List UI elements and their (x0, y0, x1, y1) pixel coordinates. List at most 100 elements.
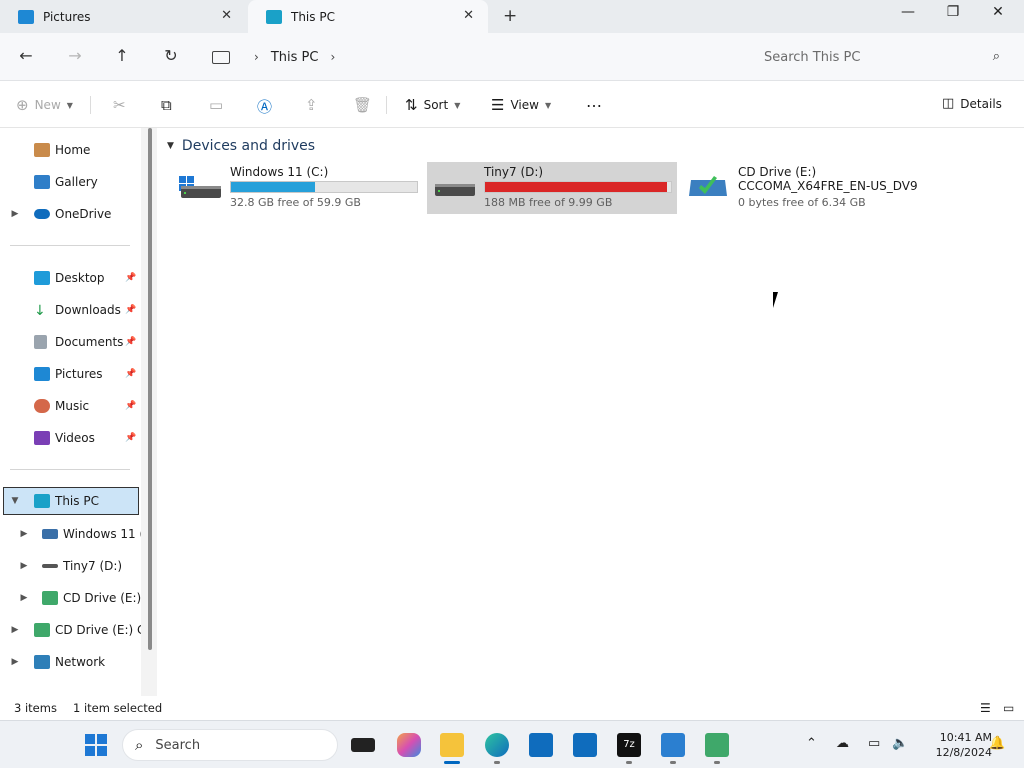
rename-button[interactable]: Ⓐ (257, 96, 278, 117)
chevron-right-icon[interactable]: ▶ (19, 561, 29, 571)
copilot-icon[interactable] (397, 733, 421, 757)
details-button[interactable]: ◫ Details (942, 96, 1002, 111)
task-view-icon[interactable] (351, 738, 375, 752)
cd-drive-icon (42, 591, 58, 605)
group-header-devices[interactable]: ▼ Devices and drives (167, 138, 315, 154)
drive-tile-windows-c[interactable]: Windows 11 (C:) 32.8 GB free of 59.9 GB (173, 162, 423, 214)
sort-icon: ⇅ (405, 96, 418, 114)
forward-button[interactable]: → (63, 45, 87, 69)
sidebar-item-network[interactable]: ▶ Network (0, 648, 148, 676)
home-icon (34, 143, 50, 157)
divider (10, 469, 130, 470)
tab-label: Pictures (43, 9, 91, 24)
close-tab-icon[interactable]: ✕ (221, 8, 232, 23)
sidebar-item-home[interactable]: Home (0, 136, 148, 164)
tiles-view-icon[interactable]: ▭ (1003, 701, 1014, 715)
sidebar-item-onedrive[interactable]: ▶ OneDrive (0, 200, 148, 228)
chevron-right-icon[interactable]: ▶ (10, 657, 20, 667)
seven-zip-icon[interactable]: 7z (617, 733, 641, 757)
more-options-button[interactable]: … (586, 92, 602, 111)
rename-icon: Ⓐ (257, 98, 273, 116)
sidebar-item-cd-drive[interactable]: ▶ CD Drive (E:) CC (0, 616, 148, 644)
windows-start-icon[interactable] (84, 733, 108, 757)
sidebar-item-music[interactable]: Music 📌 (0, 392, 148, 420)
notification-bell-icon[interactable]: 🔔 (989, 736, 1005, 751)
monitor-icon (34, 494, 50, 508)
chevron-down-icon[interactable]: ▼ (10, 496, 20, 506)
sidebar-item-tiny7-d[interactable]: ▶ Tiny7 (D:) (0, 552, 148, 580)
sidebar-item-desktop[interactable]: Desktop 📌 (0, 264, 148, 292)
pictures-icon (18, 9, 34, 24)
pin-icon[interactable]: 📌 (125, 433, 136, 443)
chevron-right-icon[interactable]: › (330, 50, 335, 64)
paste-button[interactable]: ▭ (209, 96, 229, 114)
clock-date: 12/8/2024 (935, 746, 992, 759)
address-bar[interactable]: › This PC › (200, 41, 740, 73)
details-view-icon[interactable]: ☰ (980, 701, 991, 715)
tab-pictures[interactable]: Pictures ✕ (0, 0, 246, 33)
delete-button[interactable]: 🗑 (353, 96, 378, 114)
pin-icon[interactable]: 📌 (125, 273, 136, 283)
drive-tile-tiny7-d[interactable]: Tiny7 (D:) 188 MB free of 9.99 GB (427, 162, 677, 214)
chevron-right-icon[interactable]: ▶ (10, 209, 20, 219)
taskbar-search[interactable]: ⌕ Search (122, 729, 338, 761)
pin-icon[interactable]: 📌 (125, 337, 136, 347)
new-button[interactable]: ⊕ New ▼ (16, 96, 73, 114)
chevron-right-icon[interactable]: ▶ (19, 529, 29, 539)
close-tab-icon[interactable]: ✕ (463, 8, 474, 23)
sidebar-item-pictures[interactable]: Pictures 📌 (0, 360, 148, 388)
tab-this-pc[interactable]: This PC ✕ (248, 0, 488, 33)
store-icon[interactable] (529, 733, 553, 757)
network-icon[interactable]: ▭ (868, 736, 880, 751)
drive-name: Tiny7 (D:) (484, 165, 544, 179)
pin-icon[interactable]: 📌 (125, 369, 136, 379)
close-window-button[interactable]: ✕ (983, 4, 1013, 20)
view-label: View (510, 98, 539, 112)
chevron-right-icon[interactable]: ▶ (10, 625, 20, 635)
view-button[interactable]: ☰ View ▼ (491, 96, 551, 114)
minimize-button[interactable]: — (893, 4, 923, 20)
cut-button[interactable]: ✂ (113, 96, 132, 114)
monitor-app-icon[interactable] (661, 733, 685, 757)
windows-drive-icon (179, 176, 221, 198)
chevron-right-icon[interactable]: › (254, 50, 259, 64)
edge-icon[interactable] (485, 733, 509, 757)
clipboard-icon: ▭ (209, 96, 224, 114)
breadcrumb-this-pc[interactable]: This PC (271, 50, 319, 65)
trash-icon: 🗑 (353, 96, 373, 114)
sidebar-item-documents[interactable]: Documents 📌 (0, 328, 148, 356)
volume-icon[interactable]: 🔈 (892, 736, 908, 751)
back-button[interactable]: ← (14, 45, 38, 69)
search-input[interactable]: Search This PC ⌕ (748, 41, 1012, 73)
sidebar-item-cd-drive-sub[interactable]: ▶ CD Drive (E:) C (0, 584, 148, 612)
onedrive-offline-icon[interactable]: ☁ (836, 736, 849, 751)
pin-icon[interactable]: 📌 (125, 305, 136, 315)
navigation-pane-scrollbar[interactable] (148, 128, 152, 650)
share-button[interactable]: ⇪ (305, 96, 324, 114)
sidebar-item-label: Documents (55, 335, 124, 349)
sidebar-item-windows-c[interactable]: ▶ Windows 11 (C (0, 520, 148, 548)
new-tab-button[interactable]: + (503, 6, 517, 26)
sidebar-item-videos[interactable]: Videos 📌 (0, 424, 148, 452)
sidebar-item-this-pc[interactable]: ▼ This PC (3, 487, 139, 515)
installer-icon[interactable] (705, 733, 729, 757)
sort-button[interactable]: ⇅ Sort ▼ (405, 96, 460, 114)
mouse-pointer (773, 292, 783, 308)
system-clock[interactable]: 10:41 AM 12/8/2024 (918, 730, 992, 760)
drive-tile-cd-drive-e[interactable]: CD Drive (E:) CCCOMA_X64FRE_EN-US_DV9 0 … (681, 162, 931, 214)
restore-button[interactable]: ❐ (938, 4, 968, 20)
outlook-icon[interactable] (573, 733, 597, 757)
details-pane-icon: ◫ (942, 96, 955, 111)
refresh-button[interactable]: ↻ (159, 45, 183, 69)
windows-drive-icon (42, 529, 58, 539)
copy-button[interactable]: ⧉ (161, 96, 178, 114)
file-explorer-icon[interactable] (440, 733, 464, 757)
pin-icon[interactable]: 📌 (125, 401, 136, 411)
chevron-right-icon[interactable]: ▶ (19, 593, 29, 603)
sidebar-item-label: Tiny7 (D:) (63, 559, 123, 573)
sidebar-item-downloads[interactable]: ↓ Downloads 📌 (0, 296, 148, 324)
up-button[interactable]: ↑ (110, 45, 134, 69)
chevron-up-icon[interactable]: ⌃ (806, 736, 817, 751)
sidebar-item-label: Pictures (55, 367, 103, 381)
sidebar-item-gallery[interactable]: Gallery (0, 168, 148, 196)
